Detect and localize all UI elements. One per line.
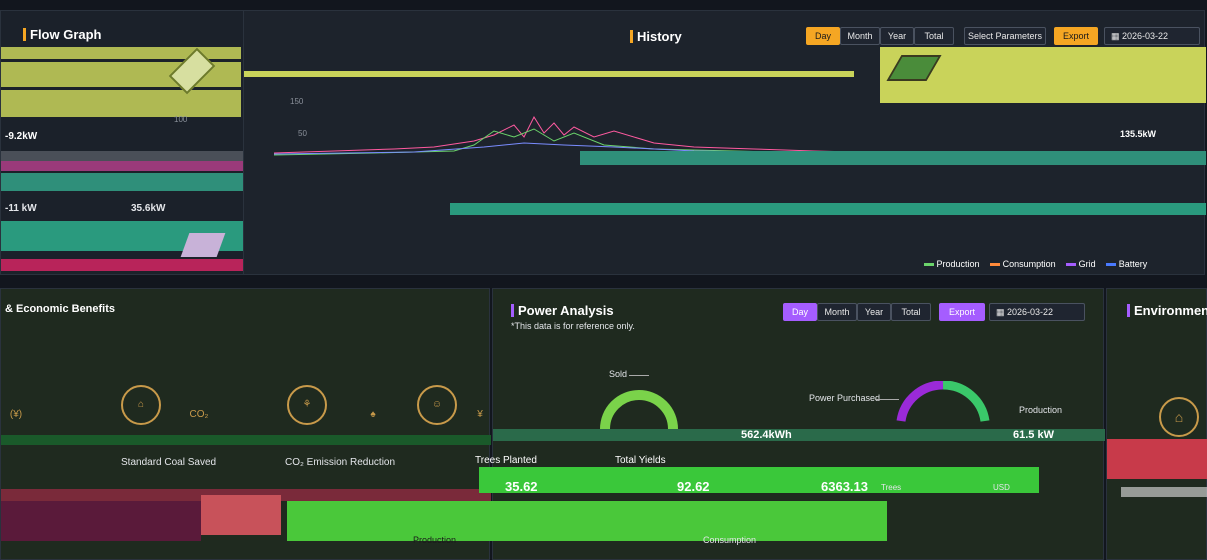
- dashboard: Flow Graph -9.2kW -11 kW 35.6kW History …: [0, 0, 1207, 560]
- economic-band: [201, 495, 281, 535]
- person-icon: ☺: [417, 385, 457, 425]
- leaf-icon: ⚘: [287, 385, 327, 425]
- pa-tab-year[interactable]: Year: [857, 303, 891, 321]
- co2-reduction-label: CO₂ Emission Reduction: [285, 457, 396, 468]
- tab-total[interactable]: Total: [914, 27, 954, 45]
- pa-export-button[interactable]: Export: [939, 303, 985, 321]
- production-value: 61.5 kW: [1013, 429, 1054, 441]
- plot-band: [244, 71, 854, 77]
- total-yields-label: Total Yields: [615, 455, 666, 466]
- tab-year[interactable]: Year: [880, 27, 914, 45]
- sold-value: 562.4kWh: [741, 429, 792, 441]
- plot-band: [450, 203, 1206, 215]
- legend-battery: Battery: [1118, 259, 1148, 269]
- pa-tab-total[interactable]: Total: [891, 303, 931, 321]
- separator: [0, 275, 1207, 287]
- currency-unit: USD: [993, 483, 1010, 492]
- icon-band: [1, 435, 491, 445]
- legend: Production Consumption Grid Battery: [924, 259, 1147, 269]
- bottom-left-power: -11 kW: [5, 203, 37, 214]
- coal-icon: ⌂: [121, 385, 161, 425]
- building-icon: ⌂: [1159, 397, 1199, 437]
- sold-leader-line: [629, 375, 649, 376]
- history-title: History: [630, 29, 682, 44]
- pa-date-picker[interactable]: ▦ 2026-03-22: [989, 303, 1085, 321]
- legend-consumption-swatch: [990, 263, 1001, 267]
- env-band: [1121, 487, 1207, 497]
- y-tick: 100: [174, 115, 188, 124]
- footer-consumption: Consumption: [703, 535, 757, 545]
- trees-planted-label: Trees Planted: [475, 455, 537, 466]
- cart-icon: (¥): [9, 409, 23, 420]
- flow-graph-title: Flow Graph: [23, 27, 102, 42]
- pa-band: [479, 467, 1039, 493]
- y-tick: 150: [290, 97, 304, 106]
- power-analysis-title: Power Analysis: [511, 303, 614, 318]
- pa-band: [287, 501, 887, 541]
- tree-icon: ♠: [370, 409, 376, 420]
- legend-production-swatch: [924, 263, 934, 267]
- plot-band: [580, 151, 1206, 165]
- history-chart: [274, 115, 894, 156]
- pa-tab-month[interactable]: Month: [817, 303, 857, 321]
- legend-grid: Grid: [1078, 259, 1096, 269]
- trees-value: 6363.13: [821, 479, 868, 494]
- yen-icon: ¥: [477, 409, 483, 420]
- mid-power: 35.6kW: [131, 203, 166, 214]
- trees-unit: Trees: [881, 483, 902, 492]
- right-power-value: 135.5kW: [1120, 129, 1157, 139]
- power-purchased-label: Power Purchased: [809, 393, 881, 403]
- history-panel: History Day Month Year Total Select Para…: [174, 10, 1206, 275]
- coal-value: 35.62: [505, 479, 538, 494]
- reference-note: *This data is for reference only.: [511, 321, 635, 331]
- pa-tab-day[interactable]: Day: [783, 303, 817, 321]
- co2-value: 92.62: [677, 479, 710, 494]
- economic-band: [1, 501, 201, 541]
- export-button[interactable]: Export: [1054, 27, 1098, 45]
- legend-grid-swatch: [1066, 263, 1077, 267]
- legend-consumption: Consumption: [1002, 259, 1056, 269]
- calendar-icon: ▦: [996, 307, 1008, 317]
- legend-battery-swatch: [1106, 263, 1117, 267]
- environmental-title: Environmental: [1127, 303, 1207, 318]
- calendar-icon: ▦: [1111, 31, 1123, 41]
- power-analysis-panel: Power Analysis *This data is for referen…: [287, 288, 1105, 560]
- standard-coal-label: Standard Coal Saved: [121, 457, 217, 468]
- economic-title: & Economic Benefits: [5, 303, 116, 315]
- legend-production: Production: [936, 259, 980, 269]
- date-value: 2026-03-22: [1122, 31, 1169, 41]
- environmental-panel: Environmental ⌂: [1106, 288, 1207, 560]
- tab-day[interactable]: Day: [806, 27, 840, 45]
- select-parameters-button[interactable]: Select Parameters: [964, 27, 1046, 45]
- tab-month[interactable]: Month: [840, 27, 880, 45]
- flow-band: [1, 87, 241, 90]
- left-power-value: -9.2kW: [5, 131, 38, 142]
- pa-date-value: 2026-03-22: [1007, 307, 1054, 317]
- date-picker[interactable]: ▦ 2026-03-22: [1104, 27, 1200, 45]
- sold-label: Sold: [609, 369, 628, 379]
- house-icon: [180, 233, 226, 257]
- production-label: Production: [1019, 405, 1063, 415]
- co2-icon: CO₂: [189, 409, 209, 420]
- env-band: [1107, 439, 1207, 479]
- footer-production: Production: [413, 535, 457, 545]
